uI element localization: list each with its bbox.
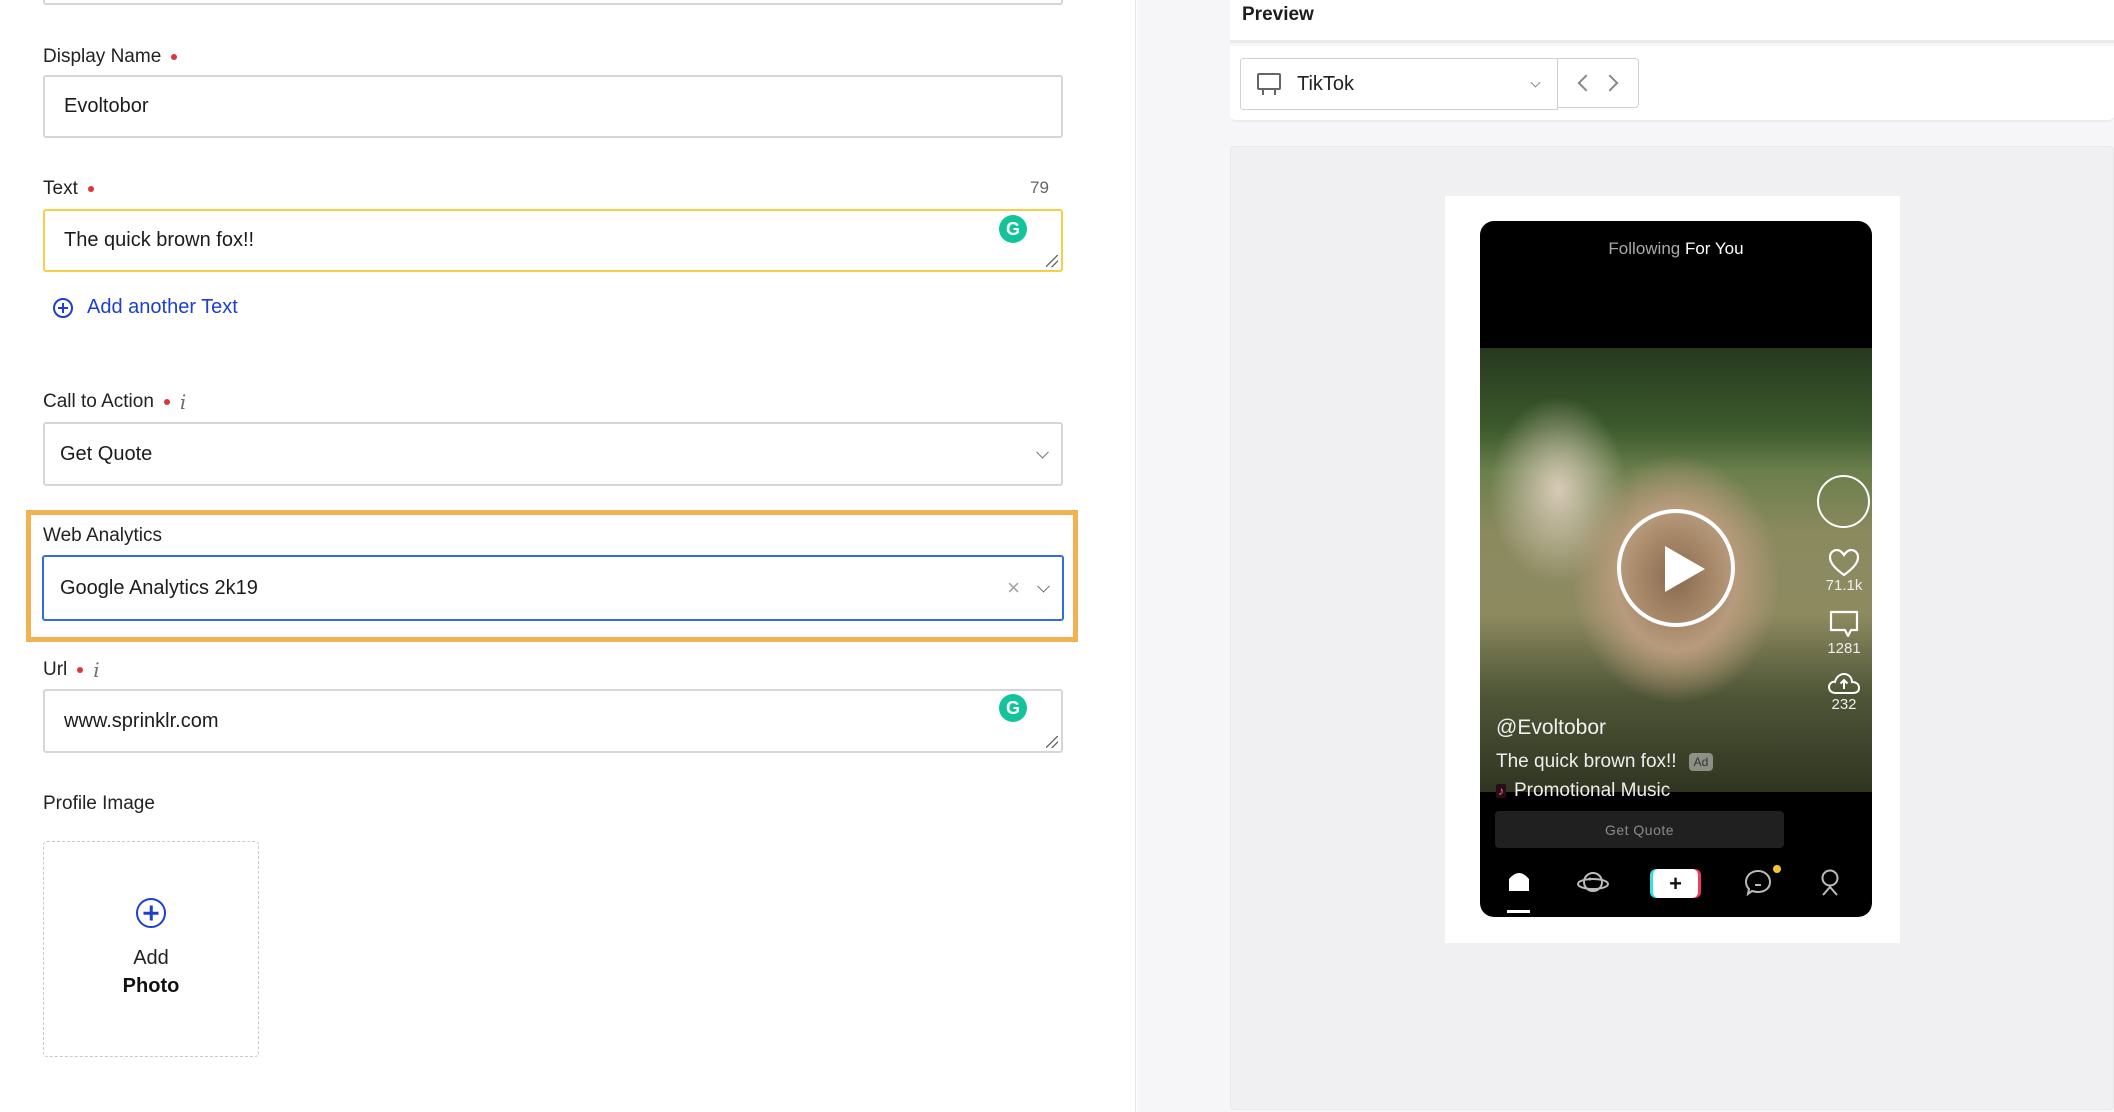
play-icon[interactable]	[1617, 509, 1735, 627]
channel-select[interactable]: TikTok	[1240, 58, 1558, 110]
character-count: 79	[1030, 178, 1049, 197]
avatar[interactable]	[1817, 475, 1870, 528]
music-info[interactable]: ♪ Promotional Music	[1496, 780, 1670, 802]
chevron-down-icon	[1036, 445, 1049, 459]
preview-header: Preview	[1230, 0, 2114, 43]
resize-handle[interactable]	[1046, 255, 1058, 267]
url-input[interactable]: www.sprinklr.com G	[43, 689, 1063, 753]
comment-count: 1281	[1827, 640, 1861, 657]
notification-dot	[1773, 865, 1781, 873]
music-note-icon: ♪	[1496, 784, 1506, 798]
required-indicator	[87, 186, 94, 192]
call-to-action-select[interactable]: Get Quote	[43, 422, 1063, 486]
call-to-action-label: Call to Action i	[43, 390, 187, 414]
add-another-text-link[interactable]: Add another Text	[53, 296, 238, 319]
text-label: Text	[43, 178, 94, 200]
tab-for-you[interactable]: For You	[1685, 239, 1744, 258]
info-icon[interactable]: i	[180, 390, 186, 414]
text-textarea[interactable]: The quick brown fox!! G	[43, 209, 1063, 272]
add-photo-button[interactable]: Add Photo	[43, 841, 259, 1057]
inbox-icon[interactable]	[1744, 869, 1772, 897]
share-count: 232	[1831, 696, 1857, 713]
web-analytics-label: Web Analytics	[43, 525, 162, 546]
resize-handle[interactable]	[1046, 736, 1058, 748]
active-tab-indicator	[1507, 910, 1530, 913]
chevron-down-icon	[1530, 77, 1541, 88]
required-indicator	[163, 399, 170, 405]
create-button[interactable]: +	[1653, 869, 1698, 898]
web-analytics-select[interactable]: Google Analytics 2k19 ×	[42, 555, 1064, 621]
home-icon[interactable]	[1508, 869, 1530, 893]
profile-icon[interactable]	[1819, 869, 1841, 897]
discover-icon[interactable]	[1576, 869, 1610, 895]
heart-icon	[1829, 549, 1859, 577]
like-action[interactable]: 71.1k	[1820, 549, 1868, 594]
like-count: 71.1k	[1825, 577, 1863, 594]
feed-tabs: Following For You	[1480, 239, 1872, 259]
preview-title: Preview	[1242, 4, 1314, 25]
display-name-label: Display Name	[43, 46, 178, 68]
cloud-upload-icon	[1828, 672, 1860, 694]
monitor-icon	[1257, 73, 1281, 95]
username[interactable]: @Evoltobor	[1496, 716, 1606, 740]
chevron-right-icon[interactable]	[1601, 74, 1619, 92]
tiktok-phone-mockup: Following For You 71.1k 1281 232 @Evolto…	[1480, 221, 1872, 917]
grammarly-icon[interactable]: G	[999, 694, 1027, 722]
preview-navigation	[1557, 58, 1639, 108]
display-name-input[interactable]: Evoltobor	[43, 75, 1063, 138]
tab-following[interactable]: Following	[1608, 239, 1680, 258]
clear-icon[interactable]: ×	[1007, 575, 1020, 601]
plus-circle-icon	[53, 297, 73, 318]
comment-action[interactable]: 1281	[1820, 610, 1868, 657]
required-indicator	[171, 54, 178, 60]
plus-circle-icon	[136, 898, 166, 928]
cta-button[interactable]: Get Quote	[1495, 811, 1784, 848]
grammarly-icon[interactable]: G	[999, 215, 1027, 243]
previous-field[interactable]	[43, 0, 1063, 5]
preview-toolbar: TikTok	[1230, 46, 2114, 122]
required-indicator	[77, 667, 84, 673]
caption: The quick brown fox!! Ad	[1496, 751, 1714, 773]
profile-image-label: Profile Image	[43, 793, 155, 814]
chevron-down-icon[interactable]	[1037, 579, 1050, 593]
ad-form-panel: Display Name Evoltobor Text 79 The quick…	[0, 0, 1136, 1112]
share-action[interactable]: 232	[1820, 672, 1868, 713]
bottom-nav: +	[1480, 861, 1872, 917]
ad-badge: Ad	[1688, 753, 1714, 771]
chevron-left-icon[interactable]	[1577, 74, 1595, 92]
info-icon[interactable]: i	[93, 658, 99, 682]
comment-icon	[1829, 610, 1859, 638]
url-label: Url i	[43, 658, 100, 682]
